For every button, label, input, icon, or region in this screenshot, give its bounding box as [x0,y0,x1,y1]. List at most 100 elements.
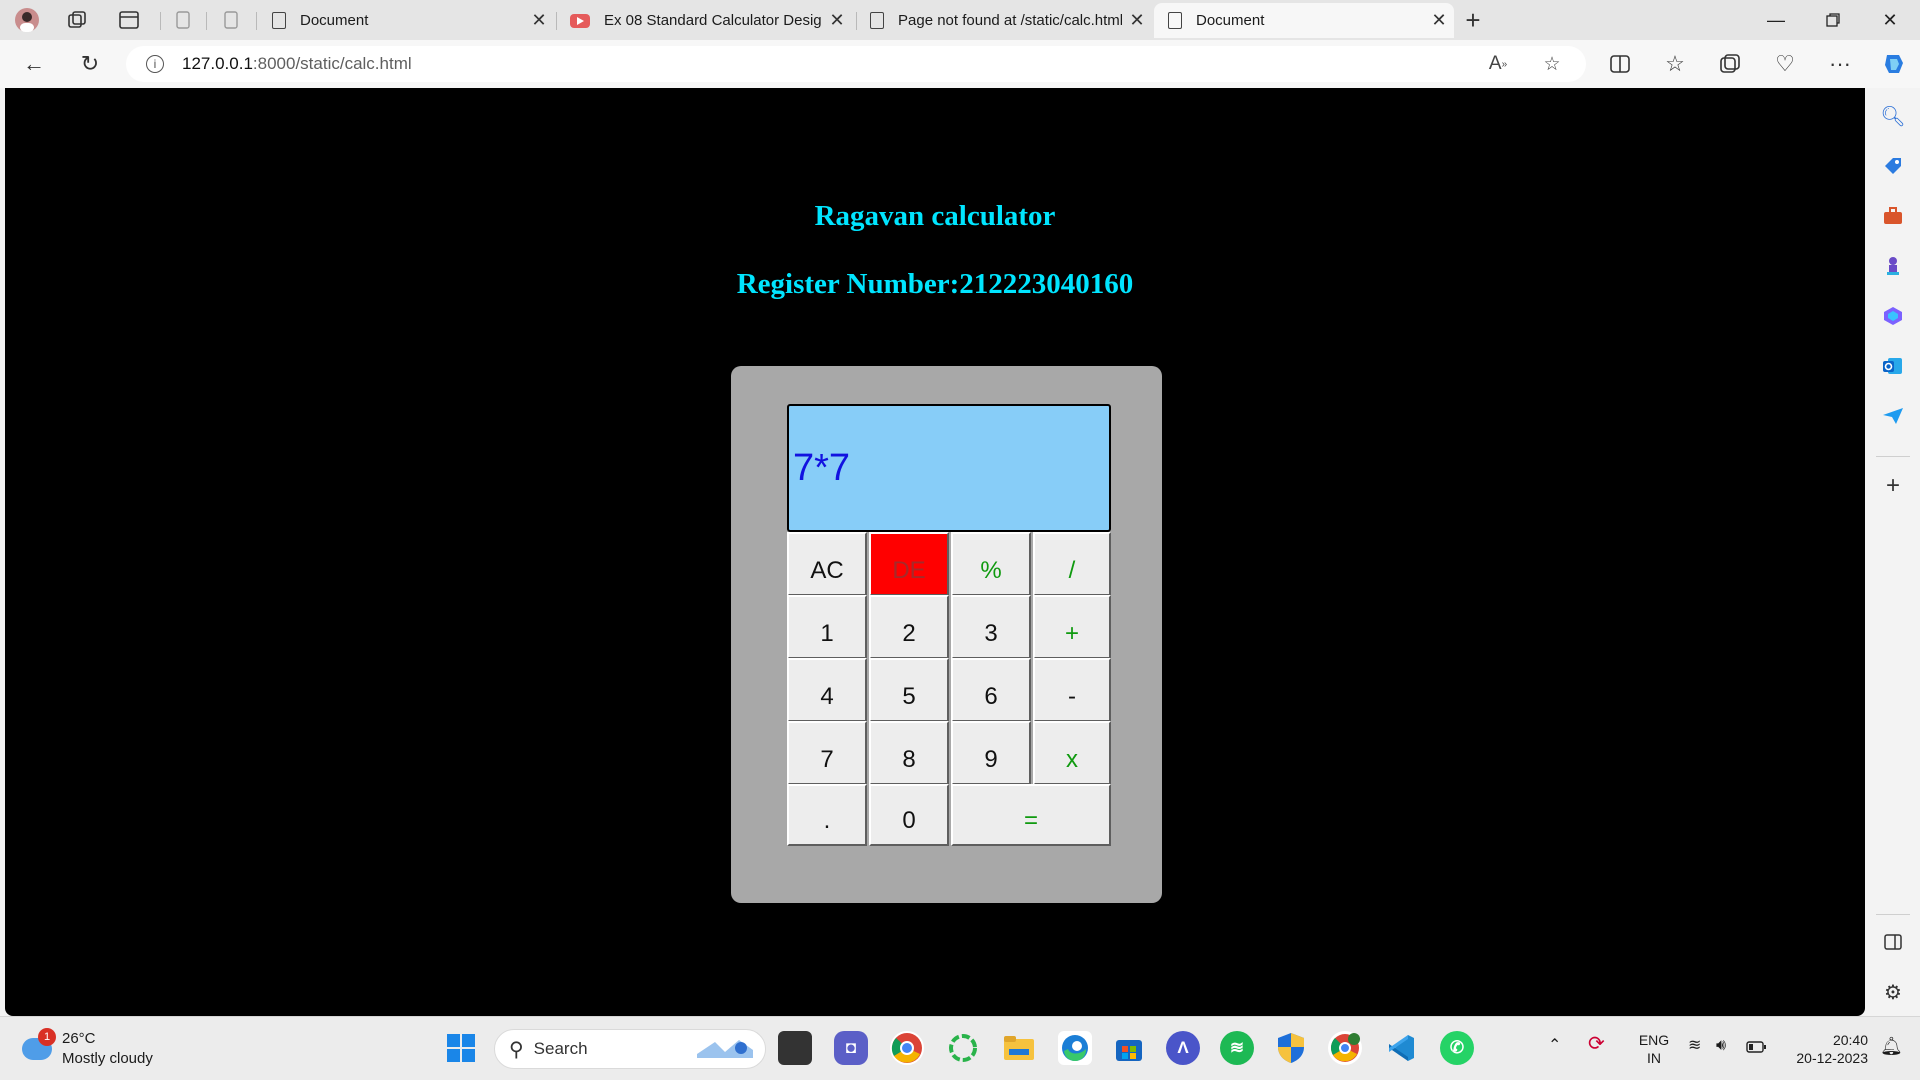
language-indicator[interactable]: ENG IN [1634,1031,1674,1067]
wifi-icon[interactable]: ≋ [1688,1037,1701,1055]
tab-title: Ex 08 Standard Calculator Design [604,12,822,29]
notification-bell-icon[interactable]: 🔔︎ [1880,1037,1903,1055]
clock-time: 20:40 [1832,1032,1868,1048]
register-number: Register Number:212223040160 [736,268,1134,300]
tab-actions-icon[interactable] [116,8,142,32]
calculator-display[interactable]: 7*7 [787,404,1111,532]
add-sidebar-app-icon[interactable]: + [1879,472,1907,500]
calculator-body: 7*7 AC DE % / 1 2 3 + 4 5 6 - 7 8 9 x . … [731,366,1162,903]
volume-icon[interactable]: 🔊︎ [1716,1037,1726,1055]
browser-tab-strip: Document ✕ Ex 08 Standard Calculator Des… [0,0,1920,40]
digit-7-button[interactable]: 7 [787,721,867,785]
windows-start-icon[interactable] [444,1031,478,1065]
vscode-icon[interactable] [1384,1031,1418,1065]
plus-button[interactable]: + [1033,595,1111,659]
tab-document-1[interactable]: Document ✕ [258,3,554,38]
close-tab-icon[interactable]: ✕ [1424,10,1454,31]
digit-6-button[interactable]: 6 [951,658,1031,722]
multiply-button[interactable]: x [1033,721,1111,785]
percent-button[interactable]: % [951,532,1031,596]
equals-button[interactable]: = [951,784,1111,846]
tab-title: Page not found at /static/calc.html [898,12,1122,29]
microsoft-365-icon[interactable] [1879,302,1907,330]
task-view-icon[interactable] [778,1031,812,1065]
shopping-tag-icon[interactable] [1879,152,1907,180]
split-screen-icon[interactable] [1602,48,1638,80]
decimal-point-button[interactable]: . [787,784,867,846]
more-options-icon[interactable]: ··· [1822,48,1858,80]
collections-icon[interactable] [1712,48,1748,80]
spotify-icon[interactable]: ≋ [1220,1031,1254,1065]
address-bar[interactable]: i 127.0.0.1:8000/static/calc.html A» ☆ [126,46,1586,82]
arc-app-icon[interactable]: Λ [1166,1031,1200,1065]
profile-avatar-icon[interactable] [14,8,40,32]
send-plane-icon[interactable] [1879,402,1907,430]
workspaces-icon[interactable] [64,8,90,32]
chrome-profile-icon[interactable] [1328,1031,1362,1065]
close-tab-icon[interactable]: ✕ [524,10,554,31]
settings-gear-icon[interactable]: ⚙ [1879,978,1907,1006]
page-icon [870,12,884,29]
clear-all-button[interactable]: AC [787,532,867,596]
notification-badge: 1 [38,1028,56,1046]
file-explorer-icon[interactable] [1002,1031,1036,1065]
tools-briefcase-icon[interactable] [1879,202,1907,230]
outlook-icon[interactable] [1879,352,1907,380]
browser-essentials-icon[interactable]: ♡ [1767,48,1803,80]
divide-button[interactable]: / [1033,532,1111,596]
search-highlight-icon [695,1034,755,1065]
games-chess-icon[interactable] [1879,252,1907,280]
delete-button[interactable]: DE [869,532,949,596]
system-clock[interactable]: 20:40 20-12-2023 [1784,1031,1868,1067]
refresh-icon[interactable]: ↻ [72,48,108,80]
minimize-icon[interactable]: — [1748,0,1804,40]
digit-3-button[interactable]: 3 [951,595,1031,659]
new-tab-icon[interactable]: + [1460,5,1486,35]
digit-8-button[interactable]: 8 [869,721,949,785]
chrome-icon[interactable] [890,1031,924,1065]
taskbar-search-box[interactable]: ⚲ Search [494,1029,766,1069]
pinned-tab-page-icon[interactable] [218,8,244,32]
whatsapp-icon[interactable]: ✆ [1440,1031,1474,1065]
site-info-icon[interactable]: i [146,55,164,73]
close-tab-icon[interactable]: ✕ [822,10,852,31]
close-window-icon[interactable]: ✕ [1862,0,1918,40]
favorite-star-icon[interactable]: ☆ [1536,46,1568,82]
sync-update-icon[interactable]: ⟳ [1588,1034,1605,1054]
digit-0-button[interactable]: 0 [869,784,949,846]
restore-icon[interactable] [1805,0,1861,40]
pinned-tab-page-icon[interactable] [170,8,196,32]
minus-button[interactable]: - [1033,658,1111,722]
teams-chat-icon[interactable]: ◘ [834,1031,868,1065]
microsoft-store-icon[interactable] [1112,1031,1146,1065]
circle-app-icon[interactable] [946,1031,980,1065]
favorites-icon[interactable]: ☆ [1657,48,1693,80]
digit-9-button[interactable]: 9 [951,721,1031,785]
digit-5-button[interactable]: 5 [869,658,949,722]
read-aloud-icon[interactable]: A» [1482,46,1514,82]
search-icon: ⚲ [509,1038,524,1061]
weather-widget[interactable]: 1 26°C Mostly cloudy [22,1028,153,1069]
page-viewport: Ragavan calculator Register Number:21222… [5,88,1865,1016]
close-tab-icon[interactable]: ✕ [1122,10,1152,31]
digit-2-button[interactable]: 2 [869,595,949,659]
tab-page-not-found[interactable]: Page not found at /static/calc.html ✕ [856,3,1152,38]
digit-4-button[interactable]: 4 [787,658,867,722]
security-shield-icon[interactable] [1274,1031,1308,1065]
search-label: Search [533,1039,588,1058]
hide-sidebar-icon[interactable] [1879,928,1907,956]
region-code: IN [1647,1050,1661,1066]
edge-browser-icon[interactable] [1058,1031,1092,1065]
clock-date: 20-12-2023 [1796,1050,1868,1066]
page-icon [272,12,286,29]
copilot-icon[interactable] [1876,48,1912,80]
digit-1-button[interactable]: 1 [787,595,867,659]
search-icon[interactable]: 🔍︎ [1879,102,1907,130]
tab-title: Document [1196,12,1265,29]
show-hidden-icons-chevron-icon[interactable]: ⌃ [1548,1037,1561,1055]
back-arrow-icon[interactable]: ← [16,48,52,80]
tab-title: Document [300,12,369,29]
battery-icon[interactable] [1746,1039,1766,1057]
tab-youtube-calculator[interactable]: Ex 08 Standard Calculator Design ✕ [556,3,852,38]
tab-document-active[interactable]: Document ✕ [1154,3,1454,38]
